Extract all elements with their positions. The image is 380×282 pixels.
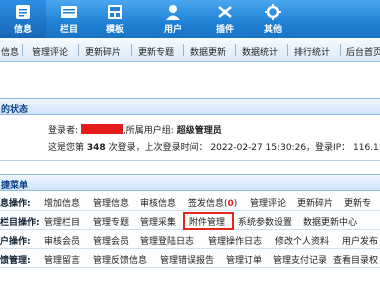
quick-manage-info[interactable]: 管理信息: [93, 196, 129, 209]
info-icon: [16, 5, 30, 19]
user-group: 超级管理员: [176, 126, 222, 136]
quick-add-info[interactable]: 增加信息: [44, 196, 80, 209]
quick-error-reports[interactable]: 管理错误报告: [160, 253, 214, 266]
submenu-data-update[interactable]: 数据更新: [190, 45, 226, 58]
quick-directory-permissions[interactable]: 查看目录权: [333, 253, 378, 266]
quick-edit-profile[interactable]: 修改个人资料: [275, 234, 329, 247]
redacted-username: [80, 124, 123, 134]
login-group-prefix: ,所属用户组:: [122, 126, 174, 136]
status-panel: 登录者: ,所属用户组: 超级管理员 这是您第 348 次登录，上次登录时间： …: [0, 116, 380, 161]
topnav-other-label: 其他: [263, 25, 282, 35]
sub-menu-bar: 信息 管理评论 更新碎片 更新专题 数据更新 数据统计 排行统计 后台首页: [0, 38, 380, 62]
plugin-icon: [218, 6, 232, 18]
quick-update-fragments[interactable]: 更新碎片: [297, 196, 333, 209]
submenu-ranking[interactable]: 排行统计: [294, 45, 330, 58]
quick-manage-feedback[interactable]: 管理反馈信息: [93, 253, 147, 266]
submenu-divider: [78, 44, 79, 56]
submenu-data-stats[interactable]: 数据统计: [242, 45, 278, 58]
quick-manage-members[interactable]: 管理会员: [93, 234, 129, 247]
submenu-divider: [287, 44, 288, 56]
login-count-prefix: 这是您第: [48, 143, 85, 153]
quick-row-label: 馈管理:: [0, 256, 31, 266]
login-info-line: 登录者: ,所属用户组: 超级管理员: [48, 123, 222, 136]
other-icon: [265, 4, 281, 20]
submenu-comments[interactable]: 管理评论: [32, 45, 68, 58]
quick-sign-info-label: 签发信息(: [188, 199, 228, 209]
status-panel-header: 的状态: [0, 98, 380, 115]
topnav-plugin[interactable]: 插件: [202, 0, 248, 38]
quick-row-feedback: 馈管理: 管理留言 管理反馈信息 管理错误报告 管理订单 管理支付记录 查看目录…: [0, 249, 380, 268]
quick-manage-comments[interactable]: 管理评论: [250, 196, 286, 209]
quick-menu-header: 捷菜单: [0, 174, 380, 191]
admin-page: 信息 栏目 模板 用户 插件 其他 信息 管理评论 更新碎片 更新专题 数据更新…: [0, 0, 380, 282]
quick-manage-topics[interactable]: 管理专题: [93, 215, 129, 228]
quick-manage-collect[interactable]: 管理采集: [140, 215, 176, 228]
quick-manage-columns[interactable]: 管理栏目: [44, 215, 80, 228]
quick-manage-messages[interactable]: 管理留言: [44, 253, 80, 266]
highlight-box: [183, 212, 234, 230]
submenu-divider: [340, 44, 341, 56]
users-icon: [166, 5, 180, 20]
quick-login-log[interactable]: 管理登陆日志: [140, 234, 194, 247]
quick-menu: 息操作: 增加信息 管理信息 审核信息 签发信息(0) 管理评论 更新碎片 更新…: [0, 192, 380, 282]
quick-menu-title: 捷菜单: [1, 181, 29, 191]
folder-icon: [61, 6, 77, 18]
template-icon: [108, 5, 122, 19]
login-ip: 116.11.197.1: [353, 143, 380, 153]
quick-update-topics[interactable]: 更新专: [344, 196, 371, 209]
quick-operation-log[interactable]: 管理操作日志: [208, 234, 262, 247]
submenu-fragments[interactable]: 更新碎片: [85, 45, 121, 58]
submenu-divider: [235, 44, 236, 56]
submenu-divider: [183, 44, 184, 56]
status-panel-title: 的状态: [1, 105, 29, 115]
quick-review-members[interactable]: 审核会员: [44, 234, 80, 247]
submenu-topics[interactable]: 更新专题: [138, 45, 174, 58]
topnav-info[interactable]: 信息: [0, 0, 46, 38]
submenu-divider: [131, 44, 132, 56]
login-ip-prefix: ，登录IP：: [306, 143, 351, 153]
last-login-time: 2022-02-27 15:30:26: [210, 143, 307, 153]
quick-row-label: 户操作:: [0, 237, 31, 247]
quick-sign-close: ): [233, 199, 238, 209]
quick-manage-orders[interactable]: 管理订单: [226, 253, 262, 266]
topnav-template-label: 模板: [105, 25, 124, 35]
topnav-column[interactable]: 栏目: [46, 0, 92, 38]
submenu-home[interactable]: 后台首页: [346, 45, 380, 58]
quick-row-info: 息操作: 增加信息 管理信息 审核信息 签发信息(0) 管理评论 更新碎片 更新…: [0, 192, 380, 211]
quick-row-users: 户操作: 审核会员 管理会员 管理登陆日志 管理操作日志 修改个人资料 用户发布: [0, 230, 380, 249]
topnav-info-label: 信息: [13, 25, 32, 35]
login-count: 348: [86, 143, 106, 153]
quick-data-update-center[interactable]: 数据更新中心: [303, 215, 357, 228]
topnav-other[interactable]: 其他: [250, 0, 296, 38]
topnav-plugin-label: 插件: [215, 25, 234, 35]
login-prefix: 登录者:: [48, 126, 79, 136]
quick-sign-info[interactable]: 签发信息(0): [188, 196, 237, 209]
quick-review-info[interactable]: 审核信息: [140, 196, 176, 209]
topnav-column-label: 栏目: [59, 25, 78, 35]
quick-payment-records[interactable]: 管理支付记录: [273, 253, 327, 266]
top-nav-bar: 信息 栏目 模板 用户 插件 其他: [0, 0, 380, 38]
quick-system-settings[interactable]: 系统参数设置: [238, 215, 292, 228]
topnav-users[interactable]: 用户: [150, 0, 196, 38]
last-login-prefix: 次登录，上次登录时间：: [108, 143, 208, 153]
submenu-divider: [22, 44, 23, 56]
submenu-info[interactable]: 信息: [1, 45, 19, 58]
login-count-line: 这是您第 348 次登录，上次登录时间： 2022-02-27 15:30:26…: [48, 140, 380, 153]
quick-row-label: 息操作:: [0, 199, 31, 209]
quick-row-label: 栏目操作:: [0, 218, 40, 228]
quick-user-publish[interactable]: 用户发布: [342, 234, 378, 247]
topnav-users-label: 用户: [163, 25, 182, 35]
topnav-template[interactable]: 模板: [92, 0, 138, 38]
